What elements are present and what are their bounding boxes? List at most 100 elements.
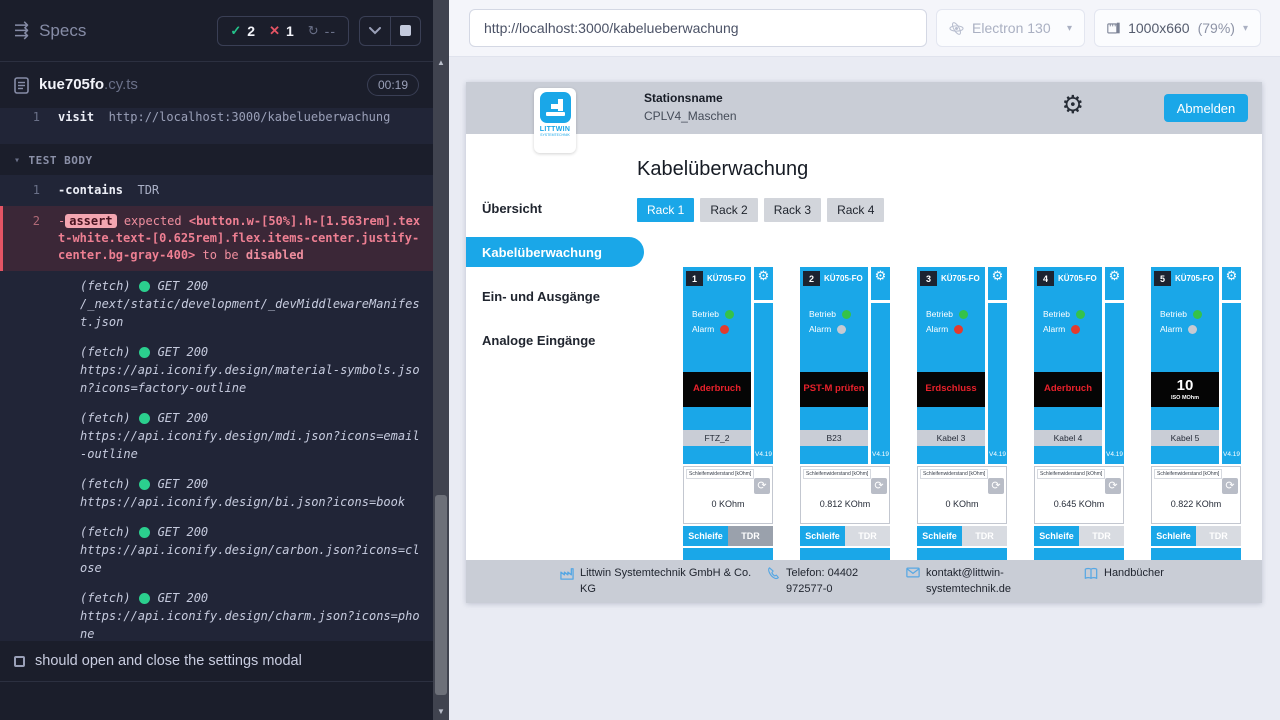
settings-gear-icon[interactable]: ⚙ (1062, 93, 1084, 118)
status-display: Aderbruch (683, 372, 751, 407)
sidebar-item-übersicht[interactable]: Übersicht (466, 186, 622, 230)
alarm-message: Erdschluss (925, 384, 976, 394)
schleife-button[interactable]: Schleife (1151, 526, 1196, 546)
schleife-button[interactable]: Schleife (1034, 526, 1079, 546)
section-chevron-icon: ▾ (14, 155, 21, 166)
firmware-version: V4.19 (755, 451, 772, 458)
device-card-3: 3 KÜ705-FO Betrieb Alarm Erdschluss Kabe… (917, 267, 1007, 560)
tab-rack-1[interactable]: Rack 1 (637, 198, 694, 222)
card-settings-gear-icon[interactable]: ⚙ (992, 267, 1004, 300)
refresh-icon[interactable]: ⟳ (1222, 478, 1238, 494)
viewport-size: 1000x660 (1128, 20, 1190, 36)
command-visit[interactable]: 1 visit http://localhost:3000/kabelueber… (0, 108, 433, 133)
card-settings-gear-icon[interactable]: ⚙ (1226, 267, 1238, 300)
tdr-button[interactable]: TDR (1196, 526, 1241, 546)
tdr-button[interactable]: TDR (1079, 526, 1124, 546)
command-contains[interactable]: 1 -contains TDR (0, 175, 433, 206)
command-assert-failed[interactable]: 2 -assert expected <button.w-[50%].h-[1.… (0, 206, 433, 271)
alarm-message: Aderbruch (1044, 384, 1092, 394)
viewport-select[interactable]: 1000x660 (79%) ▾ (1094, 9, 1261, 47)
alarm-label: Alarm (926, 324, 948, 334)
alarm-message: PST-M prüfen (803, 384, 864, 394)
fetch-log-entry[interactable]: (fetch)GET 200https://api.iconify.design… (0, 337, 433, 403)
scroll-down-icon[interactable]: ▼ (433, 707, 449, 717)
fetch-url: https://api.iconify.design/carbon.json?i… (80, 541, 423, 577)
status-ok-dot-icon (139, 593, 150, 604)
tab-rack-4[interactable]: Rack 4 (827, 198, 884, 222)
status-display: Aderbruch (1034, 372, 1102, 407)
fetch-log-entry[interactable]: (fetch)GET 200/_next/static/development/… (0, 271, 433, 337)
card-settings-gear-icon[interactable]: ⚙ (875, 267, 887, 300)
footer-item-email: kontakt@littwin-systemtechnik.de (906, 566, 1028, 598)
tdr-button[interactable]: TDR (845, 526, 890, 546)
betrieb-led (1076, 310, 1085, 319)
browser-select[interactable]: Electron 130 ▾ (936, 9, 1085, 47)
footer-text: Telefon: 04402 972577-0 (786, 566, 872, 598)
firmware-version: V4.19 (1223, 451, 1240, 458)
footer-item-book[interactable]: Handbücher (1084, 566, 1164, 586)
card-bottom-strip (800, 548, 890, 560)
tdr-button[interactable]: TDR (728, 526, 773, 546)
logout-button[interactable]: Abmelden (1164, 94, 1248, 122)
test-body-section[interactable]: ▾ TEST BODY (0, 144, 433, 175)
card-main-panel: 4 KÜ705-FO Betrieb Alarm Aderbruch Kabel… (1034, 267, 1102, 464)
chevron-down-icon: ▾ (1243, 23, 1248, 34)
sidebar-item-kabelüberwachung[interactable]: Kabelüberwachung (466, 237, 644, 267)
fetch-log-entry[interactable]: (fetch)GET 200https://api.iconify.design… (0, 583, 433, 641)
tab-rack-3[interactable]: Rack 3 (764, 198, 821, 222)
device-card-5: 5 KÜ705-FO Betrieb Alarm 10ISO MOhm Kabe… (1151, 267, 1241, 560)
card-number: 1 (686, 271, 703, 286)
url-input[interactable] (469, 9, 927, 47)
scrollbar-thumb[interactable] (435, 495, 447, 695)
cable-name: FTZ_2 (683, 430, 751, 446)
specs-menu[interactable]: ⇶ Specs (14, 20, 86, 41)
command-log: 1 visit http://localhost:3000/kabelueber… (0, 108, 433, 641)
spec-name: kue705fo (39, 76, 104, 93)
device-card-2: 2 KÜ705-FO Betrieb Alarm PST-M prüfen B2… (800, 267, 890, 560)
card-settings-gear-icon[interactable]: ⚙ (758, 267, 770, 300)
tdr-button[interactable]: TDR (962, 526, 1007, 546)
betrieb-led (1193, 310, 1202, 319)
card-model: KÜ705-FO (824, 274, 863, 283)
schleife-button[interactable]: Schleife (800, 526, 845, 546)
next-test-row[interactable]: should open and close the settings modal (0, 641, 433, 682)
refresh-icon[interactable]: ⟳ (754, 478, 770, 494)
alarm-label: Alarm (1043, 324, 1065, 334)
scroll-up-icon[interactable]: ▲ (433, 58, 449, 68)
resistance-label: Schleifenwiderstand [kOhm] (686, 469, 754, 479)
fetch-log-entry[interactable]: (fetch)GET 200https://api.iconify.design… (0, 469, 433, 517)
aut-toolbar: Electron 130 ▾ 1000x660 (79%) ▾ (449, 0, 1280, 57)
refresh-icon[interactable]: ⟳ (988, 478, 1004, 494)
failed-count: ✕1 (269, 23, 294, 39)
next-test-title: should open and close the settings modal (35, 653, 302, 669)
tab-rack-2[interactable]: Rack 2 (700, 198, 757, 222)
card-model: KÜ705-FO (1175, 274, 1214, 283)
card-settings-gear-icon[interactable]: ⚙ (1109, 267, 1121, 300)
reporter-scrollbar[interactable]: ▲ ▼ (433, 0, 449, 720)
stop-button[interactable] (390, 17, 420, 45)
sidebar-item-analoge-eingänge[interactable]: Analoge Eingänge (466, 318, 622, 362)
spec-row[interactable]: kue705fo.cy.ts 00:19 (0, 62, 433, 108)
fetch-url: /_next/static/development/_devMiddleware… (80, 295, 423, 331)
schleife-button[interactable]: Schleife (917, 526, 962, 546)
app-under-test: LITTWIN SYSTEMTECHNIK Stationsname CPLV4… (466, 82, 1262, 603)
betrieb-label: Betrieb (692, 309, 719, 319)
fetch-log-entry[interactable]: (fetch)GET 200https://api.iconify.design… (0, 403, 433, 469)
fetch-url: https://api.iconify.design/charm.json?ic… (80, 607, 423, 641)
betrieb-label: Betrieb (926, 309, 953, 319)
check-icon: ✓ (230, 23, 241, 39)
refresh-icon[interactable]: ⟳ (1105, 478, 1121, 494)
specs-menu-icon: ⇶ (14, 20, 29, 41)
test-square-icon (14, 656, 25, 667)
refresh-icon[interactable]: ⟳ (871, 478, 887, 494)
cable-name: Kabel 3 (917, 430, 985, 446)
sidebar-item-ein-und-ausgänge[interactable]: Ein- und Ausgänge (466, 274, 622, 318)
collapse-button[interactable] (360, 17, 390, 45)
app-footer: Littwin Systemtechnik GmbH & Co. KGTelef… (466, 560, 1262, 603)
browser-label: Electron 130 (972, 20, 1051, 36)
fetch-log-entry[interactable]: (fetch)GET 200https://api.iconify.design… (0, 517, 433, 583)
stop-icon (400, 25, 411, 36)
schleife-button[interactable]: Schleife (683, 526, 728, 546)
app-main: Kabelüberwachung Rack 1Rack 2Rack 3Rack … (622, 134, 1262, 560)
alarm-led (837, 325, 846, 334)
